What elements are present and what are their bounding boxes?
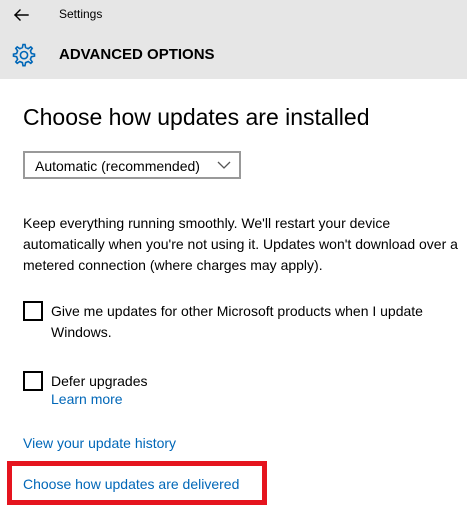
settings-window: Settings ADVANCED OPTIONS Choose how upd…: [0, 0, 467, 517]
update-history-link[interactable]: View your update history: [23, 435, 176, 451]
page-header: ADVANCED OPTIONS: [0, 32, 467, 79]
defer-upgrades-option[interactable]: Defer upgrades: [23, 371, 223, 392]
microsoft-updates-option[interactable]: Give me updates for other Microsoft prod…: [23, 301, 463, 345]
chevron-down-icon: [217, 161, 231, 169]
gear-icon: [12, 43, 36, 67]
learn-more-link[interactable]: Learn more: [51, 391, 123, 407]
install-description: Keep everything running smoothly. We'll …: [23, 215, 458, 273]
install-mode-dropdown[interactable]: Automatic (recommended): [23, 151, 241, 179]
section-heading: Choose how updates are installed: [23, 104, 370, 130]
microsoft-updates-checkbox[interactable]: [23, 301, 43, 321]
window-title: Settings: [59, 7, 103, 21]
highlight-annotation: [7, 461, 267, 505]
title-bar: Settings: [0, 0, 467, 32]
back-arrow-icon: [14, 9, 29, 21]
back-button[interactable]: [10, 5, 32, 25]
defer-upgrades-checkbox[interactable]: [23, 371, 43, 391]
dropdown-selected-value: Automatic (recommended): [35, 158, 200, 174]
page-title: ADVANCED OPTIONS: [59, 46, 215, 63]
microsoft-updates-label: Give me updates for other Microsoft prod…: [51, 303, 423, 340]
defer-upgrades-label: Defer upgrades: [51, 373, 148, 389]
